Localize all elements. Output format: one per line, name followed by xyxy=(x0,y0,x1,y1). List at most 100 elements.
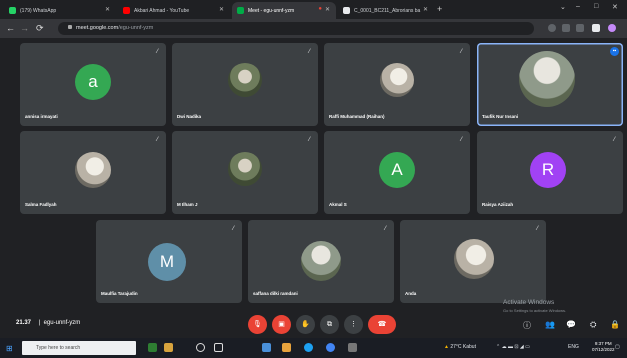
address-bar-row: ← → ⟳ meet.google.com/egu-unnf-yzm xyxy=(0,19,627,38)
extensions-icon[interactable] xyxy=(592,24,600,32)
info-icon[interactable]: ⓘ xyxy=(523,320,531,331)
camera-indicator-icon[interactable] xyxy=(548,24,556,32)
participant-tile[interactable]: ⁄ Raffi Muhammad (Raihan) xyxy=(324,43,470,126)
tab-meet[interactable]: Meet - egu-unnf-yzm ● ✕ xyxy=(232,2,336,19)
participant-tile[interactable]: A ⁄ Akmal S xyxy=(324,131,470,214)
meeting-time: 21.37 xyxy=(16,320,32,326)
task-view-icon[interactable] xyxy=(214,343,223,352)
participant-tile[interactable]: ▪▪ Taufik Nur Insani xyxy=(477,43,623,126)
mic-off-icon: ⁄ xyxy=(384,226,386,232)
camera-toggle-button[interactable]: ▣ xyxy=(272,315,291,334)
more-options-button[interactable]: ⋮ xyxy=(344,315,363,334)
meeting-code: | egu-unnf-yzm xyxy=(38,320,81,326)
document-icon xyxy=(343,7,350,14)
edge-icon[interactable] xyxy=(304,343,313,352)
close-tab-icon[interactable]: ✕ xyxy=(423,6,428,13)
language-indicator[interactable]: ENG xyxy=(568,344,579,350)
participant-name: Raisya Aziizah xyxy=(482,202,514,207)
participant-name: annisa irmayati xyxy=(25,114,58,119)
url-host: meet.google.com xyxy=(76,25,119,31)
taskbar-search-input[interactable]: Type here to search xyxy=(22,341,136,355)
mic-off-icon: ⁄ xyxy=(308,49,310,55)
share-icon[interactable] xyxy=(562,24,570,32)
dropdown-icon[interactable]: ⌄ xyxy=(560,3,566,11)
participant-tile[interactable]: ⁄ Anda xyxy=(400,220,546,303)
chrome-icon[interactable] xyxy=(326,343,335,352)
participant-tile[interactable]: ⁄ Salma Fadlyah xyxy=(20,131,166,214)
tab-title: C_0001_BC211_Abrorians ba xyxy=(354,7,421,14)
weather-text: 27°C Kabut xyxy=(450,344,476,350)
url-path: /egu-unnf-yzm xyxy=(118,25,154,31)
meeting-controls-bar: 21.37 | egu-unnf-yzm 🎙 ▣ ✋ ⧉ ⋮ ☎ ⓘ 👥 💬 ⛭… xyxy=(0,314,627,338)
avatar xyxy=(228,63,262,97)
reload-icon[interactable]: ⟳ xyxy=(36,23,44,34)
activate-windows-subtitle: Go to Settings to activate Windows. xyxy=(503,308,567,313)
activities-icon[interactable]: ⛭ xyxy=(590,320,596,330)
avatar: R xyxy=(530,152,566,188)
participant-name: Akmal S xyxy=(329,202,347,207)
minimize-icon[interactable]: – xyxy=(576,3,580,10)
avatar xyxy=(380,63,414,97)
tray-icons[interactable]: ⌃ ☁ ▬ ⊡ ◢ ▭ xyxy=(496,344,530,350)
profile-avatar[interactable] xyxy=(608,24,616,32)
participant-tile[interactable]: M ⁄ Maulfia Tarajudin xyxy=(96,220,242,303)
close-tab-icon[interactable]: ✕ xyxy=(219,6,224,13)
host-controls-icon[interactable]: 🔒 xyxy=(610,320,620,329)
avatar: a xyxy=(75,64,111,100)
close-tab-icon[interactable]: ✕ xyxy=(105,6,110,13)
avatar xyxy=(301,241,341,281)
mic-off-icon: ⁄ xyxy=(232,226,234,232)
participant-name: Dwi Nadika xyxy=(177,114,202,119)
mic-toggle-button[interactable]: 🎙 xyxy=(248,315,267,334)
windows-taskbar: ⊞ Type here to search ▲ 27°C Kabut ⌃ ☁ ▬… xyxy=(0,338,627,358)
tab-whatsapp[interactable]: (179) WhatsApp ✕ xyxy=(4,2,116,19)
close-tab-icon[interactable]: ✕ xyxy=(325,6,330,13)
leave-call-button[interactable]: ☎ xyxy=(368,315,396,334)
participant-tile[interactable]: ⁄ Dwi Nadika xyxy=(172,43,318,126)
url-input[interactable]: meet.google.com/egu-unnf-yzm xyxy=(58,22,534,35)
back-icon[interactable]: ← xyxy=(6,23,15,33)
weather-icon: ▲ xyxy=(444,344,449,350)
present-button[interactable]: ⧉ xyxy=(320,315,339,334)
mic-off-icon: ⁄ xyxy=(156,49,158,55)
news-widget-icon-2[interactable] xyxy=(164,343,173,352)
participant-name: Maulfia Tarajudin xyxy=(101,291,138,296)
browser-tab-bar: (179) WhatsApp ✕ Akbari Ahmad - YouTube … xyxy=(0,0,627,19)
raise-hand-button[interactable]: ✋ xyxy=(296,315,315,334)
forward-icon[interactable]: → xyxy=(20,23,29,33)
notifications-icon[interactable]: ▢ xyxy=(615,344,620,350)
meet-icon xyxy=(237,7,244,14)
avatar xyxy=(454,239,494,279)
avatar: A xyxy=(379,152,415,188)
mic-off-icon: ⁄ xyxy=(460,137,462,143)
news-widget-icon[interactable] xyxy=(148,343,157,352)
mic-off-icon: ⁄ xyxy=(308,137,310,143)
youtube-icon xyxy=(123,7,130,14)
tab-youtube[interactable]: Akbari Ahmad - YouTube ✕ xyxy=(118,2,230,19)
maximize-icon[interactable]: □ xyxy=(594,3,598,10)
new-tab-button[interactable]: + xyxy=(437,4,442,14)
participant-tile[interactable]: R ⁄ Raisya Aziizah xyxy=(477,131,623,214)
taskbar-app-icon[interactable] xyxy=(262,343,271,352)
mic-off-icon: ⁄ xyxy=(156,137,158,143)
participant-tile[interactable]: ⁄ saffana dilki ramdani xyxy=(248,220,394,303)
meeting-info: 21.37 | egu-unnf-yzm xyxy=(16,320,80,326)
weather-widget[interactable]: ▲ 27°C Kabut xyxy=(444,344,476,350)
tab-title: Akbari Ahmad - YouTube xyxy=(134,7,190,14)
windows-start-icon[interactable]: ⊞ xyxy=(6,344,13,353)
avatar xyxy=(519,51,575,107)
close-window-icon[interactable]: ✕ xyxy=(612,3,618,11)
tab-document[interactable]: C_0001_BC211_Abrorians ba ✕ xyxy=(338,2,434,19)
file-explorer-icon[interactable] xyxy=(282,343,291,352)
cortana-icon[interactable] xyxy=(196,343,205,352)
participant-tile[interactable]: ⁄ M Ilham J xyxy=(172,131,318,214)
participant-tile[interactable]: a ⁄ annisa irmayati xyxy=(20,43,166,126)
chat-icon[interactable]: 💬 xyxy=(566,320,576,329)
bookmark-icon[interactable] xyxy=(576,24,584,32)
taskbar-clock[interactable]: 9:37 PM 07/12/2022 xyxy=(592,341,615,353)
store-icon[interactable] xyxy=(348,343,357,352)
avatar xyxy=(75,152,111,188)
clock-date: 07/12/2022 xyxy=(592,347,615,352)
tab-title: (179) WhatsApp xyxy=(20,7,57,14)
people-icon[interactable]: 👥 xyxy=(545,320,555,329)
